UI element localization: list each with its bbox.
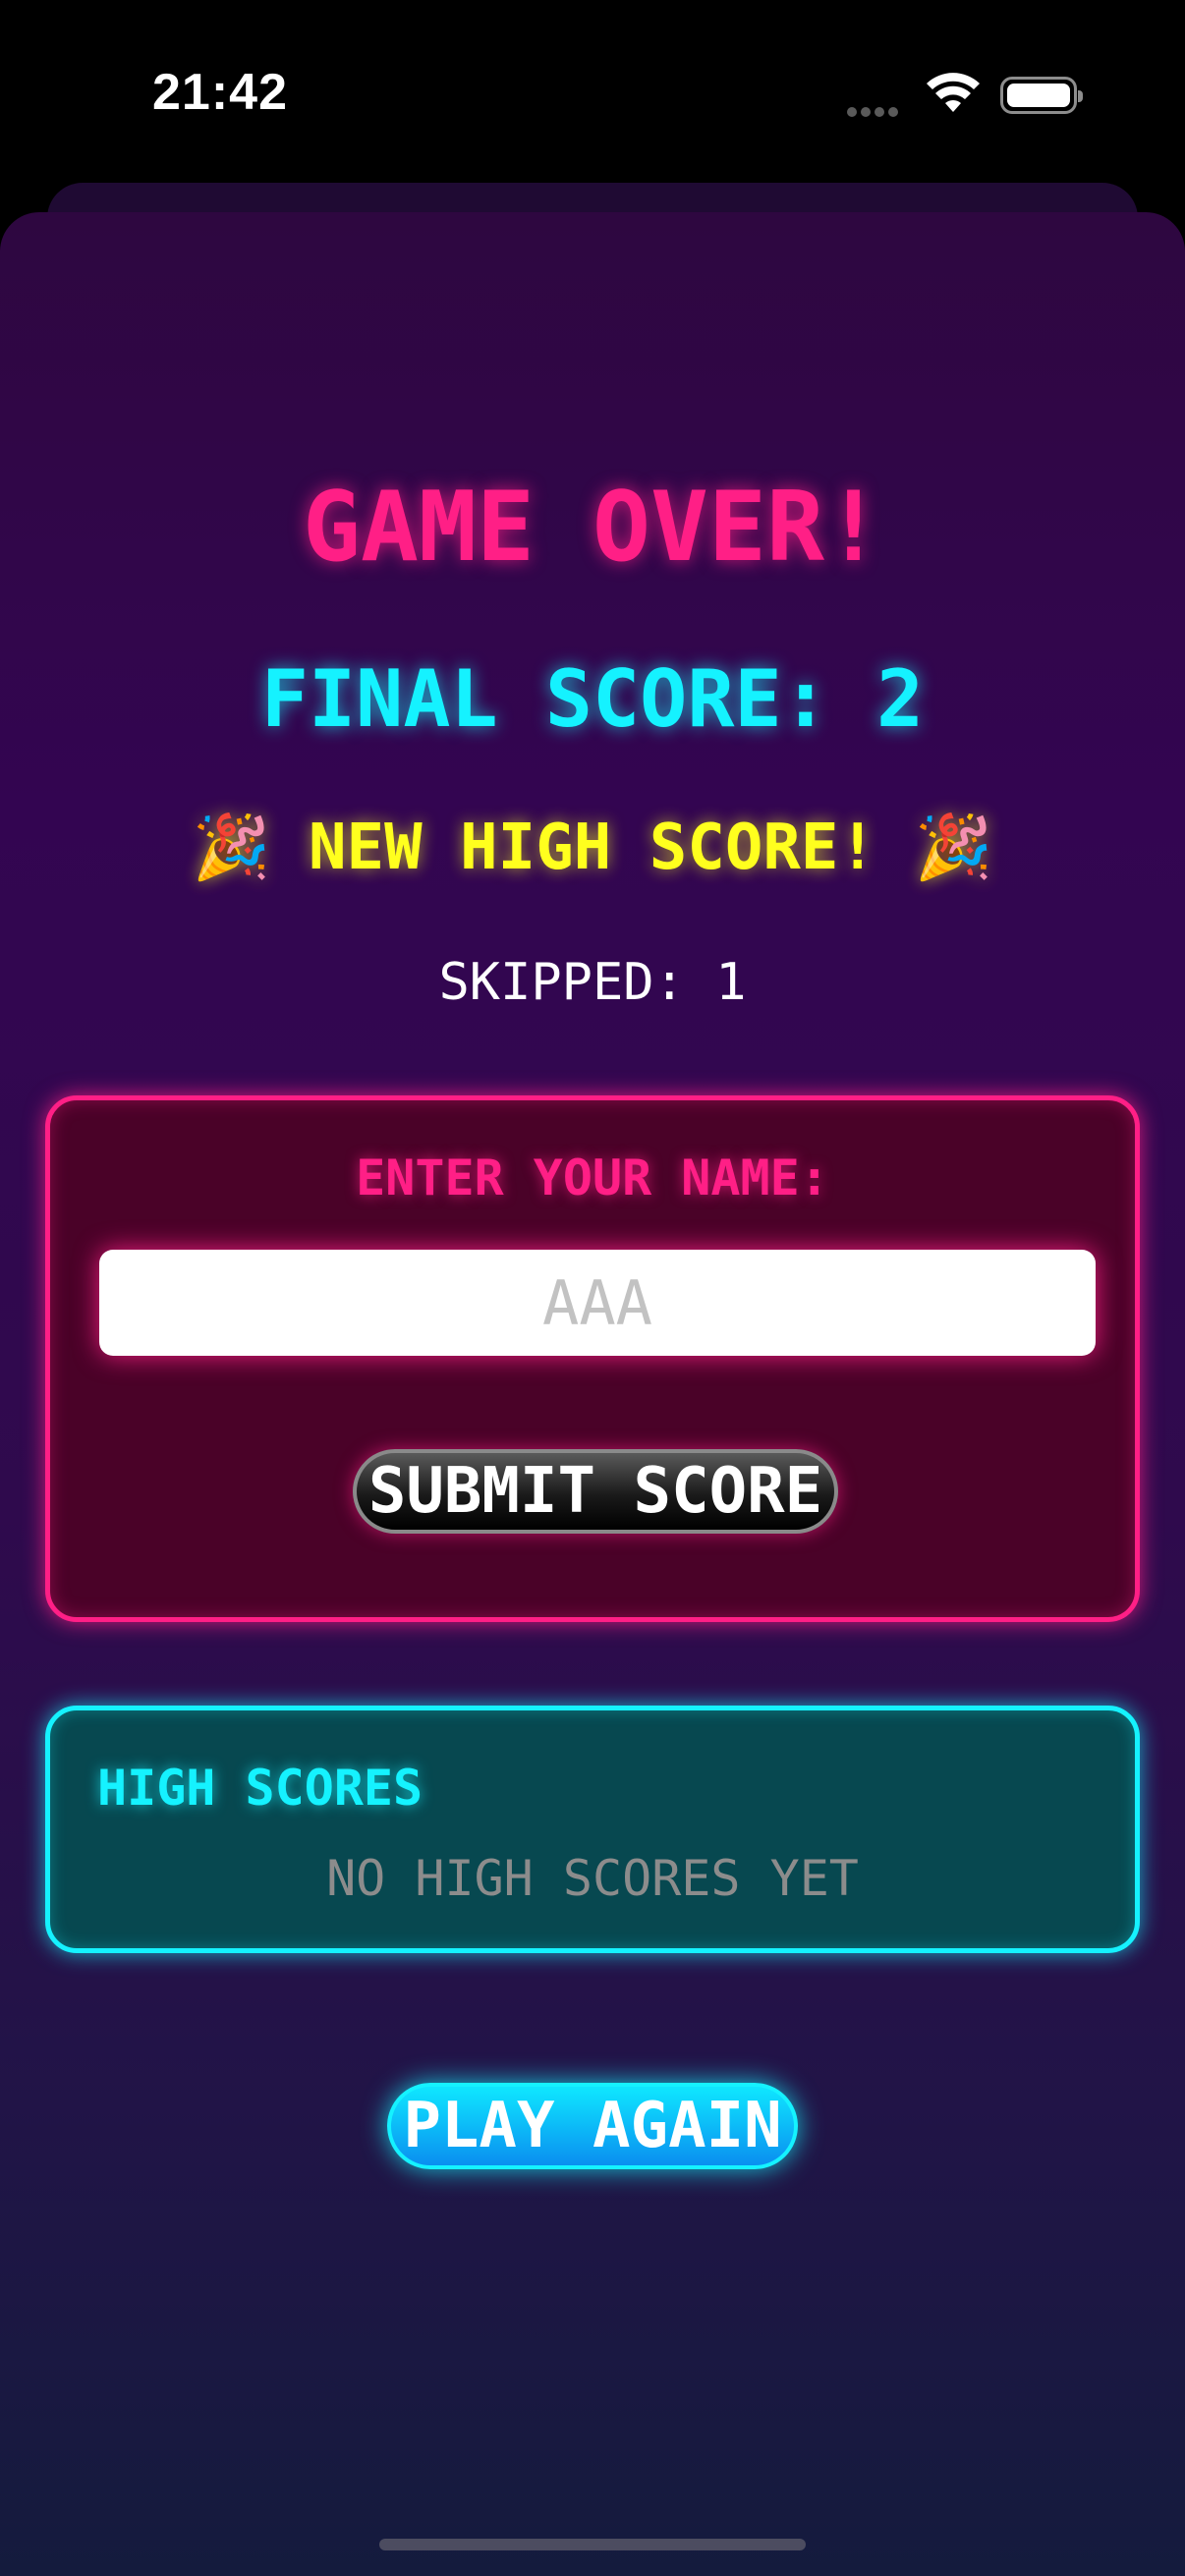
skipped-count: SKIPPED: 1 — [438, 953, 747, 1012]
high-scores-empty-message: NO HIGH SCORES YET — [326, 1850, 859, 1907]
new-high-score-banner: 🎉 NEW HIGH SCORE! 🎉 — [192, 812, 993, 884]
name-entry-card: ENTER YOUR NAME: SUBMIT SCORE — [45, 1095, 1140, 1622]
high-scores-card: HIGH SCORES NO HIGH SCORES YET — [45, 1706, 1140, 1953]
battery-icon — [1000, 77, 1083, 114]
status-bar: 21:42 — [0, 0, 1185, 187]
final-score: FINAL SCORE: 2 — [260, 653, 925, 745]
game-over-title: GAME OVER! — [302, 472, 882, 584]
cellular-signal-icon — [847, 102, 902, 121]
wifi-icon — [927, 73, 980, 112]
game-over-sheet: GAME OVER! FINAL SCORE: 2 🎉 NEW HIGH SCO… — [0, 212, 1185, 2576]
name-input[interactable] — [99, 1250, 1096, 1356]
play-again-button[interactable]: PLAY AGAIN — [387, 2083, 798, 2169]
submit-score-button[interactable]: SUBMIT SCORE — [353, 1449, 838, 1534]
status-time: 21:42 — [152, 64, 288, 121]
name-entry-label: ENTER YOUR NAME: — [356, 1149, 829, 1206]
home-indicator[interactable] — [379, 2539, 806, 2550]
high-scores-heading: HIGH SCORES — [97, 1760, 423, 1817]
